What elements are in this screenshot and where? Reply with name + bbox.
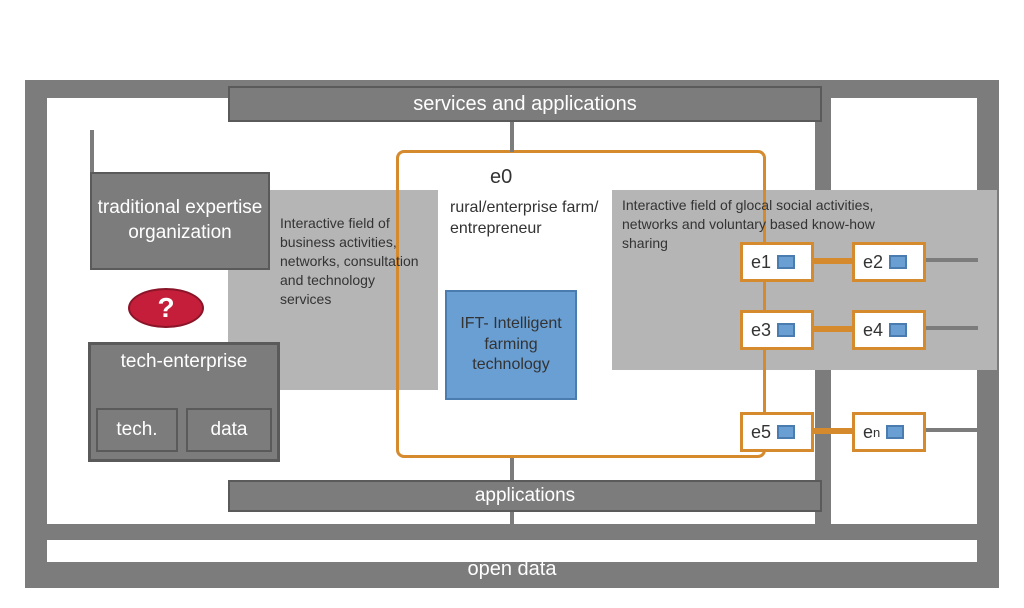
connector	[90, 130, 94, 172]
e4-label: e4	[863, 320, 883, 341]
en-label-n: n	[873, 425, 880, 440]
e5-label: e5	[751, 422, 771, 443]
monitor-icon	[777, 255, 795, 269]
e0-label: e0	[490, 166, 512, 189]
ift-box: IFT- Intelligent farming technology	[445, 290, 577, 400]
applications-label: applications	[475, 485, 575, 507]
tech-enterprise-label: tech-enterprise	[121, 351, 248, 373]
node-e2: e2	[852, 242, 926, 282]
frame-mid-bottom	[25, 524, 999, 540]
frame-left	[25, 80, 47, 588]
e3-label: e3	[751, 320, 771, 341]
services-label: services and applications	[413, 93, 636, 116]
connector	[510, 512, 514, 526]
question-ellipse: ?	[128, 288, 204, 328]
node-e4: e4	[852, 310, 926, 350]
e1-label: e1	[751, 252, 771, 273]
connector	[510, 458, 514, 480]
connector	[926, 258, 978, 262]
en-label-e: e	[863, 422, 873, 443]
ift-label: IFT- Intelligent farming technology	[447, 314, 575, 376]
monitor-icon	[777, 425, 795, 439]
connector-orange	[814, 326, 852, 332]
monitor-icon	[777, 323, 795, 337]
monitor-icon	[889, 323, 907, 337]
tech-box: tech.	[96, 408, 178, 452]
business-activities-text: Interactive field of business activities…	[280, 214, 430, 308]
connector	[510, 122, 514, 152]
tech-label: tech.	[116, 419, 157, 441]
node-e5: e5	[740, 412, 814, 452]
traditional-org-box: traditional expertise organization	[90, 172, 270, 270]
e2-label: e2	[863, 252, 883, 273]
connector	[926, 326, 978, 330]
data-box: data	[186, 408, 272, 452]
traditional-org-label: traditional expertise organization	[92, 196, 268, 245]
rural-text: rural/enterprise farm/ entrepreneur	[450, 198, 600, 240]
question-mark: ?	[157, 292, 174, 324]
connector-orange	[814, 258, 852, 264]
services-bar: services and applications	[228, 86, 822, 122]
node-en: en	[852, 412, 926, 452]
applications-bar: applications	[228, 480, 822, 512]
node-e1: e1	[740, 242, 814, 282]
node-e3: e3	[740, 310, 814, 350]
connector	[926, 428, 978, 432]
monitor-icon	[886, 425, 904, 439]
monitor-icon	[889, 255, 907, 269]
data-label: data	[211, 419, 248, 441]
open-data-label: open data	[25, 558, 999, 581]
connector-orange	[814, 428, 852, 434]
